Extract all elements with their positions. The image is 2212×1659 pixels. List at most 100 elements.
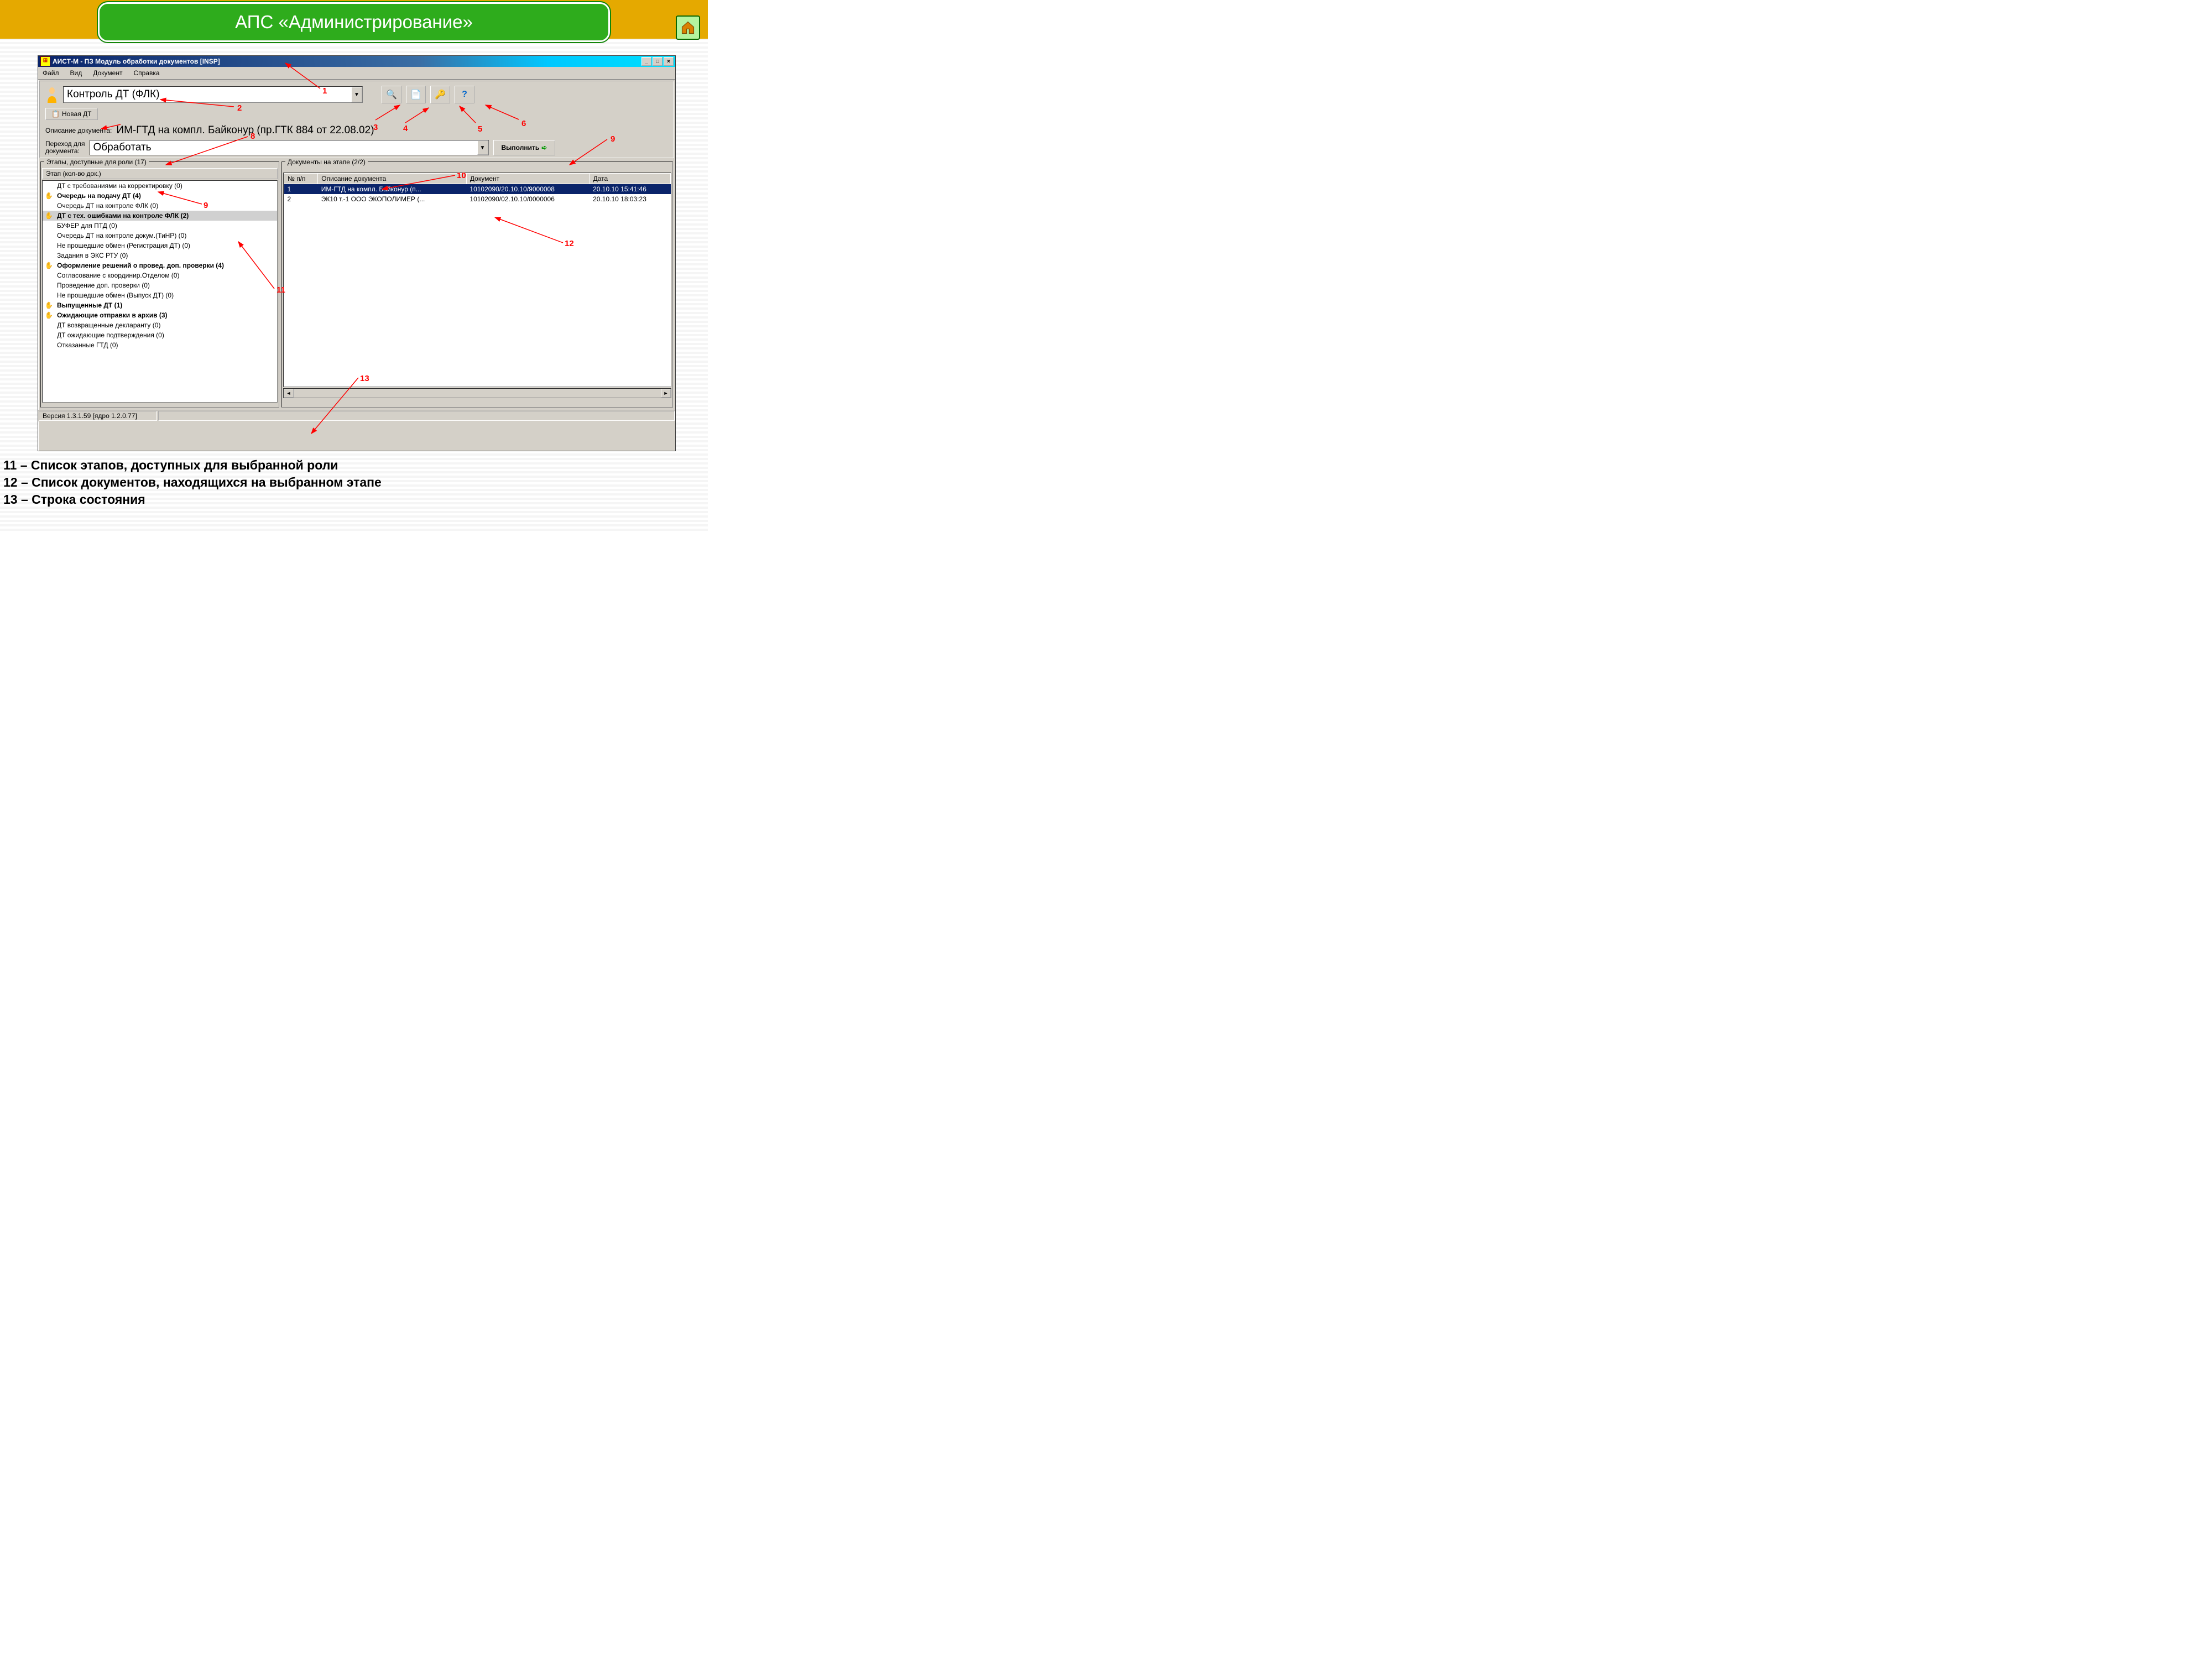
help-button[interactable]: ? [455,86,474,103]
stage-item[interactable]: Задания в ЭКС РТУ (0) [43,251,277,260]
stages-panel-caption: Этапы, доступные для роли (17) [44,158,149,166]
stage-item[interactable]: ✋ДТ с тех. ошибками на контроле ФЛК (2) [43,211,277,221]
properties-button[interactable]: 📄 [406,86,426,103]
status-version: Версия 1.3.1.59 [ядро 1.2.0.77] [39,411,157,421]
stage-item-label: ДТ с тех. ошибками на контроле ФЛК (2) [57,212,189,220]
stage-item-label: Не прошедшие обмен (Выпуск ДТ) (0) [57,291,174,299]
new-document-label: Новая ДТ [62,110,92,118]
table-cell: 20.10.10 15:41:46 [589,184,670,195]
table-cell: 20.10.10 18:03:23 [589,194,670,204]
execute-button[interactable]: Выполнить ➪ [493,140,556,155]
hand-icon: ✋ [45,301,54,309]
stage-item[interactable]: Очередь ДТ на контроле докум.(ТиНР) (0) [43,231,277,241]
role-combobox-text: Контроль ДТ (ФЛК) [64,87,351,102]
transition-combobox[interactable]: Обработать ▼ [90,140,489,155]
stage-item[interactable]: ✋Оформление решений о провед. доп. прове… [43,260,277,270]
stage-item-label: Оформление решений о провед. доп. провер… [57,262,224,269]
stage-item-label: ДТ возвращенные декларанту (0) [57,321,160,329]
menu-file[interactable]: Файл [40,68,61,78]
stage-item-label: Выпущенные ДТ (1) [57,301,122,309]
stage-item[interactable]: Проведение доп. проверки (0) [43,280,277,290]
stage-item[interactable]: БУФЕР для ПТД (0) [43,221,277,231]
stage-item-label: Очередь ДТ на контроле докум.(ТиНР) (0) [57,232,186,239]
stage-item[interactable]: ✋Выпущенные ДТ (1) [43,300,277,310]
stage-item[interactable]: Не прошедшие обмен (Регистрация ДТ) (0) [43,241,277,251]
stage-item-label: Очередь на подачу ДТ (4) [57,192,141,200]
stage-item[interactable]: ✋Ожидающие отправки в архив (3) [43,310,277,320]
app-icon: ⊞ [40,56,50,66]
table-cell: ИМ-ГТД на компл. Байконур (п... [318,184,467,195]
hand-icon: ✋ [45,262,54,269]
slide-captions: 11 – Список этапов, доступных для выбран… [3,457,382,508]
caption-11: 11 – Список этапов, доступных для выбран… [3,457,382,474]
stages-panel: Этапы, доступные для роли (17) Этап (кол… [40,161,279,408]
home-icon[interactable] [676,15,700,40]
stage-item-label: Не прошедшие обмен (Регистрация ДТ) (0) [57,242,190,249]
chevron-down-icon[interactable]: ▼ [351,87,362,102]
stage-item-label: Отказанные ГТД (0) [57,341,118,349]
stage-item-label: ДТ ожидающие подтверждения (0) [57,331,164,339]
key-button[interactable]: 🔑 [430,86,450,103]
table-header[interactable]: Описание документа [318,174,467,184]
hand-icon: ✋ [45,311,54,319]
table-header[interactable]: Документ [466,174,589,184]
documents-panel: Документы на этапе (2/2) № п/пОписание д… [281,161,673,408]
new-document-button[interactable]: 📋 Новая ДТ [45,108,98,120]
menu-bar: Файл Вид Документ Справка [38,67,675,80]
status-empty [158,411,675,421]
key-icon: 🔑 [435,89,446,100]
stages-header: Этап (кол-во док.) [42,168,278,179]
close-button[interactable]: × [664,57,674,66]
maximize-button[interactable]: □ [653,57,662,66]
slide-title: АПС «Администрирование» [235,12,473,33]
hand-icon: ✋ [45,212,54,220]
stage-item[interactable]: Очередь ДТ на контроле ФЛК (0) [43,201,277,211]
stages-list[interactable]: ДТ с требованиями на корректировку (0)✋О… [42,180,278,403]
stage-item[interactable]: Согласование с координир.Отделом (0) [43,270,277,280]
documents-panel-caption: Документы на этапе (2/2) [285,158,368,166]
stage-item[interactable]: ДТ ожидающие подтверждения (0) [43,330,277,340]
menu-document[interactable]: Документ [91,68,124,78]
stage-item[interactable]: ✋Очередь на подачу ДТ (4) [43,191,277,201]
stage-item[interactable]: Не прошедшие обмен (Выпуск ДТ) (0) [43,290,277,300]
role-combobox[interactable]: Контроль ДТ (ФЛК) ▼ [63,86,363,103]
caption-13: 13 – Строка состояния [3,491,382,508]
binoculars-icon: 🔍 [386,89,397,100]
transition-combobox-text: Обработать [90,140,477,155]
stage-item[interactable]: Отказанные ГТД (0) [43,340,277,350]
stage-item-label: ДТ с требованиями на корректировку (0) [57,182,182,190]
document-icon: 📄 [410,89,421,100]
horizontal-scrollbar[interactable]: ◄ ► [283,388,671,398]
stage-item-label: Очередь ДТ на контроле ФЛК (0) [57,202,158,210]
table-cell: 2 [284,194,318,204]
table-header[interactable]: Дата [589,174,670,184]
stage-item-label: Проведение доп. проверки (0) [57,281,150,289]
stage-item[interactable]: ДТ с требованиями на корректировку (0) [43,181,277,191]
chevron-down-icon[interactable]: ▼ [477,140,488,155]
user-icon [45,86,59,103]
stage-item[interactable]: ДТ возвращенные декларанту (0) [43,320,277,330]
scroll-left-button[interactable]: ◄ [284,389,294,398]
table-cell: 10102090/02.10.10/0000006 [466,194,589,204]
stage-item-label: Задания в ЭКС РТУ (0) [57,252,128,259]
minimize-button[interactable]: _ [641,57,651,66]
documents-table: № п/пОписание документаДокументДата 1ИМ-… [284,173,671,204]
search-button[interactable]: 🔍 [382,86,401,103]
scroll-right-button[interactable]: ► [661,389,671,398]
caption-12: 12 – Список документов, находящихся на в… [3,474,382,491]
table-header[interactable]: № п/п [284,174,318,184]
transition-label: Переход для документа: [45,140,85,155]
table-cell: 1 [284,184,318,195]
documents-table-wrap[interactable]: № п/пОписание документаДокументДата 1ИМ-… [283,173,671,387]
stage-item-label: БУФЕР для ПТД (0) [57,222,117,229]
stage-item-label: Согласование с координир.Отделом (0) [57,272,179,279]
arrow-right-icon: ➪ [541,144,547,152]
menu-view[interactable]: Вид [68,68,85,78]
table-cell: 10102090/20.10.10/9000008 [466,184,589,195]
menu-help[interactable]: Справка [131,68,161,78]
table-row[interactable]: 1ИМ-ГТД на компл. Байконур (п...10102090… [284,184,671,195]
description-text: ИМ-ГТД на компл. Байконур (пр.ГТК 884 от… [116,124,374,137]
new-icon: 📋 [51,110,60,118]
description-label: Описание документа: [45,127,112,134]
table-row[interactable]: 2ЭК10 т.-1 ООО ЭКОПОЛИМЕР (...10102090/0… [284,194,671,204]
